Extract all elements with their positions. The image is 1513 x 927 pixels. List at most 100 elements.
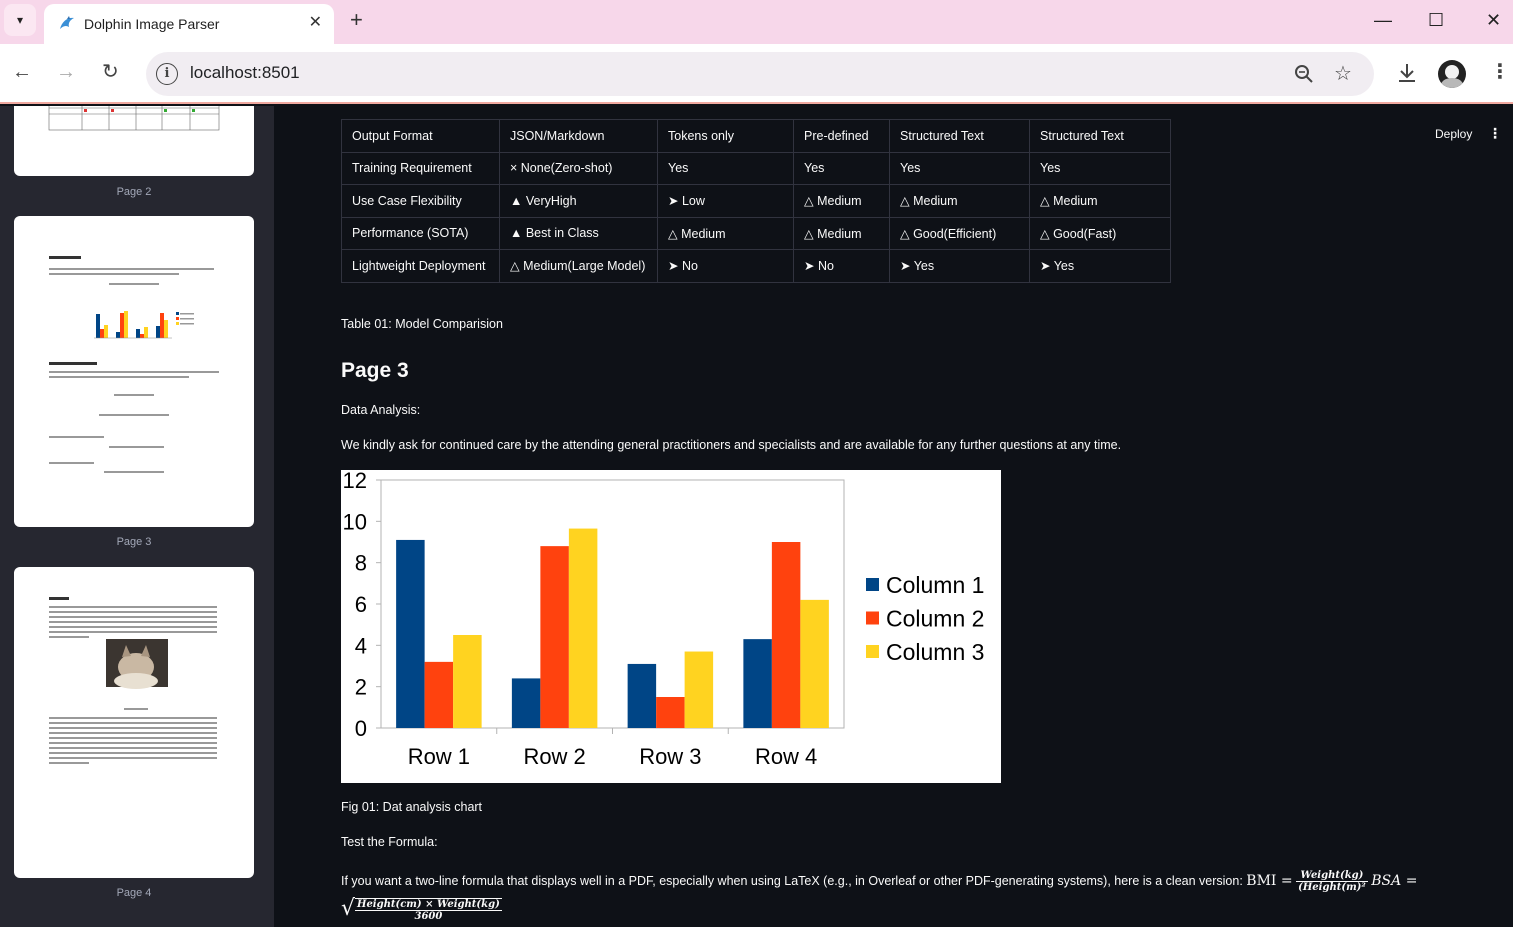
page-caption: Page 2: [116, 186, 152, 198]
back-icon[interactable]: ←: [12, 60, 32, 84]
bar: [511, 678, 541, 728]
table-cell: ▲ Best in Class: [499, 216, 658, 250]
table-cell: △ Medium: [657, 216, 794, 250]
legend-swatch: [866, 611, 879, 625]
y-tick-label: 12: [343, 470, 367, 493]
window-close-icon[interactable]: ✕: [1486, 8, 1501, 32]
table-cell: ➤ Yes: [889, 249, 1030, 283]
table-cell: ▲ VeryHigh: [499, 184, 658, 218]
table-cell: Yes: [889, 151, 1030, 185]
table-cell: Yes: [657, 151, 794, 185]
tab-search-button[interactable]: ▾: [4, 4, 36, 36]
x-tick-label: Row 3: [639, 744, 701, 769]
table-cell: Performance (SOTA): [341, 216, 500, 250]
new-tab-icon[interactable]: +: [350, 8, 363, 32]
bar: [396, 539, 425, 728]
table-cell: △ Good(Fast): [1029, 216, 1171, 250]
table-row: Lightweight Deployment △ Medium(Large Mod…: [341, 249, 1171, 283]
page-thumbnail[interactable]: [14, 216, 254, 527]
bar-chart: 0 2 4 6 8 10 12 Row 1 Row 2 Row 3 Row 4 Column 1 Col…: [341, 468, 1001, 783]
bsa-fraction: Height(cm) × Weight(kg) 3600: [355, 898, 502, 922]
maximize-icon[interactable]: ☐: [1428, 8, 1444, 32]
body-paragraph: We kindly ask for continued care by the …: [341, 438, 1122, 452]
section-label: Data Analysis:: [341, 403, 421, 417]
url-text[interactable]: localhost:8501: [190, 63, 300, 83]
active-tab[interactable]: Dolphin Image Parser ✕: [44, 4, 334, 44]
tab-close-icon[interactable]: ✕: [309, 14, 322, 32]
browser-tab-strip: ▾ Dolphin Image Parser ✕ + — ☐ ✕: [0, 0, 1513, 44]
table-cell: △ Medium: [793, 184, 890, 218]
table-cell: ➤ No: [793, 249, 890, 283]
x-tick-label: Row 2: [523, 744, 585, 769]
x-tick-label: Row 4: [755, 744, 817, 769]
bmi-denominator: (Height(m)²: [1298, 882, 1366, 893]
page-preview-image: [49, 597, 217, 764]
page-heading: Page 3: [341, 359, 409, 382]
table-cell: Yes: [793, 151, 890, 185]
table-cell: × None(Zero-shot): [499, 151, 658, 185]
y-tick-label: 10: [343, 509, 367, 534]
section-label: Test the Formula:: [341, 835, 438, 849]
table-caption: Table 01: Model Comparision: [341, 317, 503, 331]
table-cell: ➤ No: [657, 249, 794, 283]
table-row: Training Requirement × None(Zero-shot) Yes…: [341, 151, 1171, 185]
bar: [743, 639, 772, 728]
table-cell: Training Requirement: [341, 151, 500, 185]
zoom-icon[interactable]: [1294, 64, 1314, 84]
y-tick-label: 6: [355, 592, 367, 617]
y-tick-label: 0: [355, 716, 367, 741]
deploy-button[interactable]: Deploy: [1435, 127, 1472, 141]
comparison-table: Output Format JSON/Markdown Tokens only Pre…: [341, 119, 1171, 283]
bar: [540, 546, 569, 728]
bmi-fraction: Weight(kg) (Height(m)²: [1296, 870, 1368, 893]
table-cell: △ Medium: [1029, 184, 1171, 218]
bookmark-star-icon[interactable]: ☆: [1334, 62, 1352, 86]
page-caption: Page 3: [116, 536, 152, 548]
table-cell: △ Medium: [793, 216, 890, 250]
legend-label: Column 1: [886, 572, 984, 598]
table-cell: △ Good(Efficient): [889, 216, 1030, 250]
table-cell: Lightweight Deployment: [341, 249, 500, 283]
table-cell: △ Medium: [889, 184, 1030, 218]
bmi-label: BMI =: [1246, 872, 1293, 889]
y-tick-label: 8: [355, 551, 367, 576]
table-cell: Structured Text: [889, 119, 1030, 153]
table-cell: Use Case Flexibility: [341, 184, 500, 218]
page-preview-image: [48, 106, 220, 131]
bsa-label: BSA =: [1371, 872, 1418, 889]
browser-menu-icon[interactable]: ⋮: [1490, 60, 1510, 84]
profile-avatar[interactable]: [1438, 60, 1466, 88]
table-cell: △ Medium(Large Model): [499, 249, 658, 283]
bar: [771, 542, 801, 728]
table-row: Use Case Flexibility ▲ VeryHigh ➤ Low △ Med…: [341, 184, 1171, 218]
table-row: Output Format JSON/Markdown Tokens only Pre…: [341, 119, 1171, 153]
page-thumbnail[interactable]: [14, 106, 254, 176]
bar: [453, 635, 482, 728]
page-caption: Page 4: [116, 887, 152, 899]
sqrt-symbol: √: [341, 896, 356, 921]
site-info-icon[interactable]: i: [156, 63, 178, 85]
formula-intro: If you want a two-line formula that disp…: [341, 873, 1243, 888]
sidebar: Page 2 Page 3 Page 4: [0, 106, 274, 927]
figure-caption: Fig 01: Dat analysis chart: [341, 800, 483, 814]
table-cell: Pre-defined: [793, 119, 890, 153]
bmi-numerator: Weight(kg): [1296, 870, 1368, 882]
x-tick-label: Row 1: [408, 744, 470, 769]
y-tick-label: 4: [355, 633, 367, 658]
app-menu-icon[interactable]: ⋮: [1488, 125, 1502, 142]
table-cell: Structured Text: [1029, 119, 1171, 153]
bsa-denominator: 3600: [414, 911, 443, 922]
page-thumbnail[interactable]: [14, 567, 254, 878]
minimize-icon[interactable]: —: [1374, 8, 1392, 32]
legend-label: Column 2: [886, 606, 984, 632]
bar: [568, 528, 598, 728]
table-cell: Tokens only: [657, 119, 794, 153]
address-bar[interactable]: i localhost:8501 ☆: [146, 52, 1374, 96]
browser-toolbar: ← → ↻ i localhost:8501 ☆ ⋮: [0, 44, 1513, 104]
bar: [684, 651, 714, 728]
download-icon[interactable]: [1396, 62, 1418, 84]
bar: [424, 661, 454, 728]
reload-icon[interactable]: ↻: [102, 60, 119, 84]
forward-icon[interactable]: →: [56, 60, 76, 84]
main-content: Deploy ⋮ Output Format JSON/Markdown Token…: [274, 106, 1513, 927]
